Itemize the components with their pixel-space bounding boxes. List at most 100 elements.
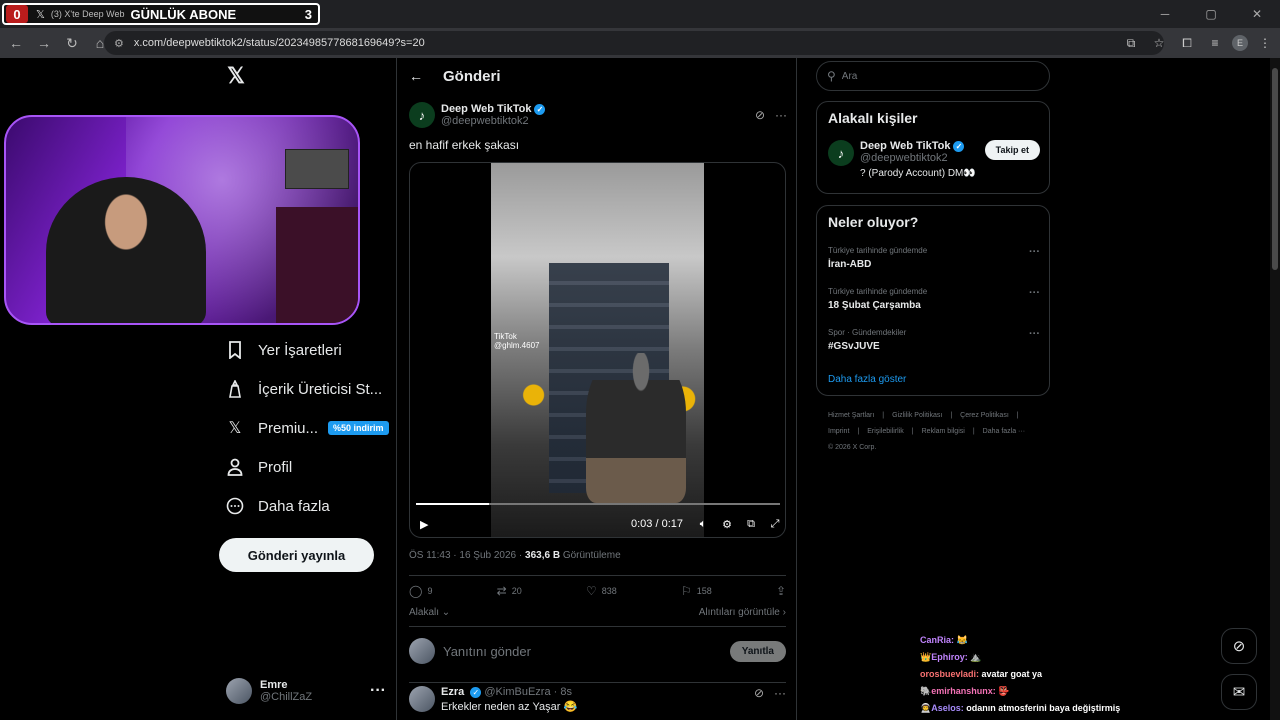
reading-list-icon[interactable]: ≡ <box>1204 31 1226 55</box>
tweet-timestamp[interactable]: ÖS 11:43 · 16 Şub 2026 · <box>409 550 525 561</box>
main-column: ← Gönderi ♪ Deep Web TikTok ✓ @deepwebti… <box>396 58 797 720</box>
avatar <box>409 638 435 664</box>
grok-icon[interactable]: ⊘ <box>754 686 764 716</box>
x-logo-icon[interactable]: 𝕏 <box>224 63 248 88</box>
chat-user: CanRia: <box>920 635 955 645</box>
author-name[interactable]: Deep Web TikTok <box>441 103 531 115</box>
divider <box>409 575 786 576</box>
forward-icon[interactable]: → <box>32 31 56 55</box>
back-arrow-icon[interactable]: ← <box>409 68 423 84</box>
more-options-icon[interactable]: ··· <box>774 686 786 716</box>
sort-dropdown[interactable]: Alakalı ⌄ <box>409 607 450 618</box>
scrollbar-thumb[interactable] <box>1272 68 1278 270</box>
heart-icon: ♡ <box>585 584 597 598</box>
repost-action[interactable]: ⇄ 20 <box>497 584 522 598</box>
footer-link[interactable]: Hizmet Şartları <box>828 412 874 419</box>
reply-author-name[interactable]: Ezra <box>441 686 464 698</box>
bookmark-star-icon[interactable]: ☆ <box>1148 31 1170 55</box>
reload-icon[interactable]: ↻ <box>60 31 84 55</box>
chat-text: ⛰️ <box>970 652 982 662</box>
video-progress-bar[interactable] <box>416 503 780 505</box>
close-icon[interactable]: ✕ <box>1234 0 1280 28</box>
trend-topic: İran-ABD <box>828 259 872 270</box>
search-input[interactable] <box>841 70 1032 82</box>
post-header: ← Gönderi <box>397 58 798 94</box>
x-favicon-icon: 𝕏 <box>36 8 45 21</box>
back-icon[interactable]: ← <box>4 31 28 55</box>
reply-action[interactable]: ◯ 9 <box>409 584 432 598</box>
reply-button[interactable]: Yanıtla <box>729 640 786 662</box>
sidebar-item-premium[interactable]: 𝕏 Premiu... %50 indirim <box>222 408 389 448</box>
sidebar-item-creator-studio[interactable]: İçerik Üreticisi St... <box>222 369 382 409</box>
reply-author-handle[interactable]: @KimBuEzra · 8s <box>484 686 572 698</box>
video-man <box>586 353 686 503</box>
address-bar[interactable]: ⚙ x.com/deepwebtiktok2/status/2023498577… <box>104 31 1164 55</box>
related-person[interactable]: ♪ Deep Web TikTok ✓ @deepwebtiktok2 ? (Pa… <box>828 140 1040 179</box>
show-more-link[interactable]: Daha fazla göster <box>828 374 906 385</box>
messages-button[interactable]: ✉ <box>1221 674 1257 710</box>
card-title: Alakalı kişiler <box>828 110 918 126</box>
video-player[interactable]: TikTok @ghlm.4607 ▶ 0:03 / 0:17 🔈︎ ⚙ ⧉ ⤢ <box>409 162 786 538</box>
more-options-icon[interactable]: ··· <box>370 682 386 700</box>
author-handle[interactable]: @deepwebtiktok2 <box>441 115 545 127</box>
grok-button[interactable]: ⊘ <box>1221 628 1257 664</box>
footer-link[interactable]: Daha fazla ··· <box>983 428 1025 435</box>
site-info-icon[interactable]: ⚙ <box>114 37 124 50</box>
sidebar-item-bookmarks[interactable]: Yer İşaretleri <box>222 330 342 370</box>
more-options-icon[interactable]: ··· <box>1029 287 1040 299</box>
tiktok-avatar[interactable]: ♪ <box>828 140 854 166</box>
url-text[interactable]: x.com/deepwebtiktok2/status/202349857786… <box>134 37 425 49</box>
tiktok-avatar[interactable]: ♪ <box>409 102 435 128</box>
install-app-icon[interactable]: ⧉ <box>1120 31 1142 55</box>
webcam-streamer <box>46 177 206 323</box>
sidebar-item-more[interactable]: Daha fazla <box>222 486 330 526</box>
minimize-icon[interactable]: ─ <box>1142 0 1188 28</box>
reply-text: Erkekler neden az Yaşar 😂 <box>441 701 578 713</box>
maximize-icon[interactable]: ▢ <box>1188 0 1234 28</box>
settings-icon[interactable]: ⚙ <box>715 518 739 531</box>
chat-user: orosbuevladi: <box>920 669 980 679</box>
person-handle[interactable]: @deepwebtiktok2 <box>860 152 976 164</box>
bookmark-action[interactable]: ⚐ 158 <box>681 584 712 598</box>
trend-item[interactable]: Spor · Gündemdekiler #GSvJUVE ··· <box>828 328 1040 352</box>
reply-input[interactable]: Yanıtını gönder <box>443 644 531 659</box>
reply-tweet[interactable]: Ezra ✓ @KimBuEzra · 8s Erkekler neden az… <box>409 686 786 716</box>
grok-icon[interactable]: ⊘ <box>755 108 765 122</box>
post-button[interactable]: Gönderi yayınla <box>219 538 374 572</box>
view-quotes-link[interactable]: Alıntıları görüntüle › <box>699 607 786 618</box>
view-count: 363,6 B <box>525 550 561 561</box>
pip-icon[interactable]: ⧉ <box>739 518 763 531</box>
follow-button[interactable]: Takip et <box>984 140 1040 160</box>
footer-link[interactable]: Çerez Politikası <box>960 412 1009 419</box>
chat-user: 🐘emirhanshunx: <box>920 686 996 696</box>
play-icon[interactable]: ▶ <box>420 518 428 531</box>
extensions-icon[interactable]: ⧠ <box>1176 31 1198 55</box>
fullscreen-icon[interactable]: ⤢ <box>763 518 785 531</box>
sidebar-item-profile[interactable]: Profil <box>222 447 292 487</box>
footer-link[interactable]: Erişilebilirlik <box>867 428 904 435</box>
footer-link[interactable]: Imprint <box>828 428 849 435</box>
avatar[interactable] <box>409 686 435 712</box>
share-action[interactable]: ⇪ <box>776 584 786 598</box>
verified-badge-icon: ✓ <box>470 687 482 698</box>
trend-item[interactable]: Türkiye tarihinde gündemde 18 Şubat Çarş… <box>828 287 1040 311</box>
trend-item[interactable]: Türkiye tarihinde gündemde İran-ABD ··· <box>828 246 1040 270</box>
more-circle-icon <box>222 497 248 515</box>
sidebar-item-label: Yer İşaretleri <box>258 341 342 359</box>
person-name[interactable]: Deep Web TikTok <box>860 140 950 152</box>
account-switcher[interactable]: Emre @ChillZaZ ··· <box>226 674 386 708</box>
volume-icon[interactable]: 🔈︎ <box>691 518 715 531</box>
more-options-icon[interactable]: ··· <box>1029 328 1040 340</box>
scrollbar[interactable] <box>1270 58 1280 720</box>
browser-tab-title[interactable]: (3) X'te Deep Web <box>51 9 125 19</box>
footer-link[interactable]: Gizlilik Politikası <box>892 412 942 419</box>
menu-icon[interactable]: ⋮ <box>1254 31 1276 55</box>
profile-avatar[interactable]: E <box>1232 35 1248 51</box>
replies-filter-row: Alakalı ⌄ Alıntıları görüntüle › <box>409 607 786 618</box>
more-options-icon[interactable]: ··· <box>775 108 787 122</box>
like-action[interactable]: ♡ 838 <box>586 584 617 598</box>
more-options-icon[interactable]: ··· <box>1029 246 1040 258</box>
avatar <box>226 678 252 704</box>
footer-links: Hizmet Şartları | Gizlilik Politikası | Çere… <box>828 408 1048 456</box>
footer-link[interactable]: Reklam bilgisi <box>922 428 965 435</box>
